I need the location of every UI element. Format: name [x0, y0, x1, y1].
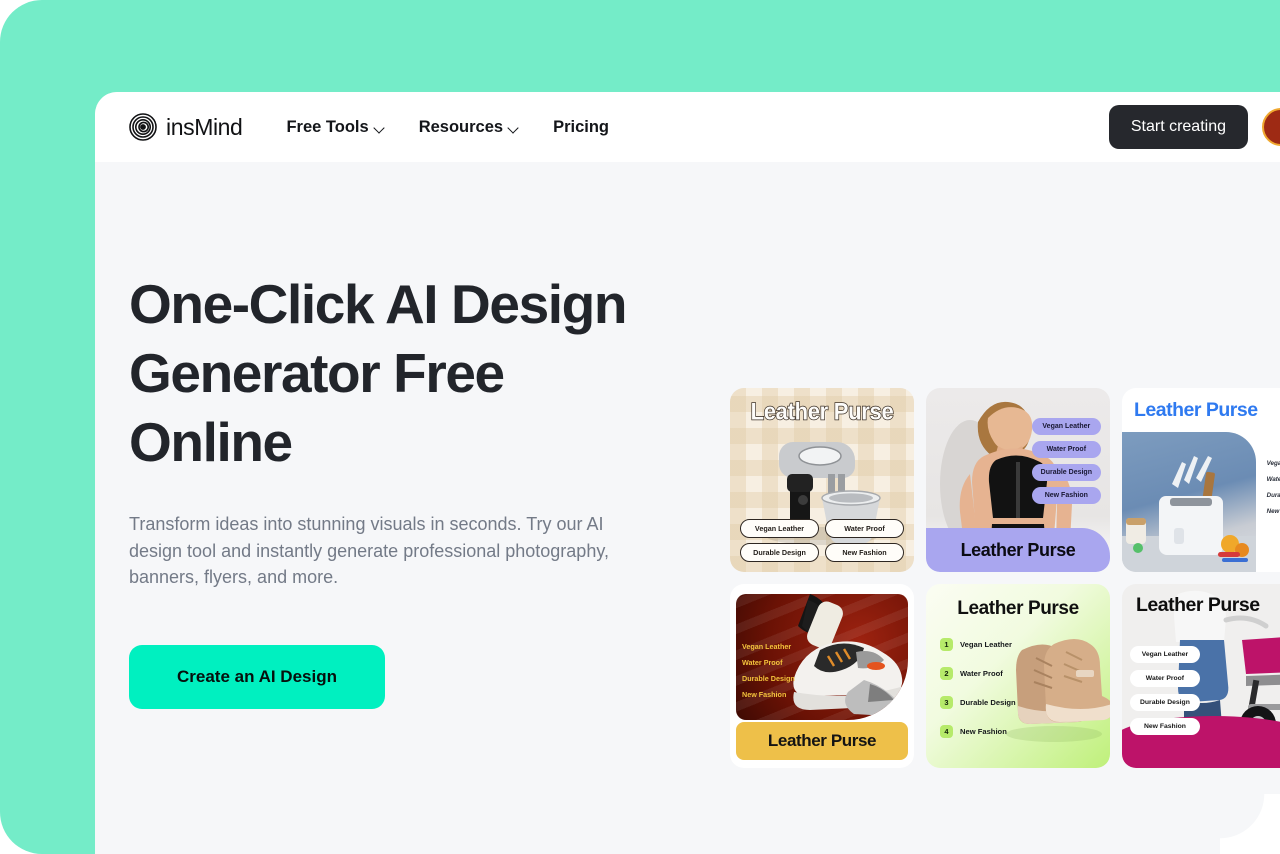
page-title: One-Click AI Design Generator Free Onlin… — [129, 270, 689, 477]
feature-pill: Water Proof — [1130, 670, 1200, 687]
site-panel: insMind Free Tools Resources Pricing Sta… — [95, 92, 1280, 854]
nav-item-pricing-label: Pricing — [553, 117, 610, 136]
top-navigation-bar: insMind Free Tools Resources Pricing Sta… — [95, 92, 1280, 162]
feature-pill: Durable Design — [1031, 464, 1101, 481]
nav-links: Free Tools Resources Pricing — [286, 118, 609, 137]
brand-name: insMind — [166, 113, 243, 140]
feature-item: New Fashion — [1266, 508, 1280, 515]
card-title: Leather Purse — [1136, 594, 1260, 616]
card-feature-list: Vegan Leather Water Proof Durable Design… — [1267, 460, 1280, 515]
feature-item: Water Proof — [960, 669, 1003, 678]
feature-pill: Vegan Leather — [740, 519, 819, 538]
hero-title-line-1: One-Click AI Design — [129, 273, 627, 335]
feature-item: Vegan Leather — [742, 642, 792, 651]
chevron-down-icon — [509, 123, 520, 134]
gallery-card-sneaker-red[interactable]: Vegan Leather Water Proof Durable Design… — [730, 584, 914, 768]
feature-item: Vegan Leather — [960, 640, 1012, 649]
feature-pill: Durable Design — [740, 543, 819, 562]
feature-pill: Durable Design — [1130, 694, 1200, 711]
feature-item: Durable Design — [742, 674, 795, 683]
feature-item: New Fashion — [960, 727, 1007, 736]
nav-item-free-tools-label: Free Tools — [286, 117, 369, 136]
nav-item-pricing[interactable]: Pricing — [553, 118, 609, 137]
feature-item: Durable Design — [960, 698, 1016, 707]
feature-number: 2 — [940, 667, 953, 680]
card-title: Leather Purse — [767, 731, 877, 750]
feature-item: Durable Design — [1266, 492, 1280, 499]
feature-pill: Water Proof — [1031, 441, 1101, 458]
gallery-card-knifeblock-blue[interactable]: Leather Purse Veg Wat Dur New — [1122, 388, 1280, 572]
feature-item: New Fashion — [742, 690, 787, 699]
feature-number: 4 — [940, 725, 953, 738]
knife-block-photo — [1122, 432, 1256, 572]
card-feature-list: Vegan Leather Water Proof Durable Design… — [742, 642, 795, 699]
gallery-card-model-purple[interactable]: Vegan Leather Water Proof Durable Design… — [926, 388, 1110, 572]
chevron-down-icon — [375, 123, 386, 134]
feature-row: 2 Water Proof — [940, 667, 1016, 680]
gallery-card-stroller-magenta[interactable]: Leather Purse Vegan Leather Water Proof … — [1122, 584, 1280, 768]
nav-right-actions: Start creating — [1108, 105, 1280, 149]
feature-number: 3 — [940, 696, 953, 709]
avatar[interactable] — [1262, 108, 1280, 146]
card-title: Leather Purse — [1134, 399, 1258, 421]
card-title-banner: Leather Purse — [926, 528, 1110, 572]
feature-pill: Vegan Leather — [1130, 646, 1200, 663]
feature-row: 3 Durable Design — [940, 696, 1016, 709]
feature-item: Water Proof — [1266, 476, 1280, 483]
card-feature-pills: Vegan Leather Water Proof Durable Design… — [740, 519, 904, 562]
gallery-card-mixer-plaid[interactable]: Leather Purse Vegan Leather Water Proof … — [730, 388, 914, 572]
start-creating-button[interactable]: Start creating — [1108, 105, 1248, 149]
feature-pill: Water Proof — [825, 519, 904, 538]
card-title-banner: Leather Purse — [736, 722, 908, 760]
card-feature-pills: Vegan Leather Water Proof Durable Design… — [1031, 418, 1101, 504]
feature-item: Vegan Leather — [1266, 460, 1280, 467]
hero-title-line-3: Online — [129, 411, 293, 473]
hero-section: One-Click AI Design Generator Free Onlin… — [95, 162, 1280, 768]
design-gallery-grid: Leather Purse Vegan Leather Water Proof … — [730, 388, 1280, 768]
feature-row: 4 New Fashion — [940, 725, 1016, 738]
card-feature-pills: Vegan Leather Water Proof Durable Design… — [1130, 646, 1200, 735]
feature-pill: New Fashion — [1130, 718, 1200, 735]
hero-title-line-2: Generator Free — [129, 342, 505, 404]
knife-block-illustration — [1122, 456, 1256, 572]
hero-subtitle: Transform ideas into stunning visuals in… — [129, 514, 609, 587]
feature-pill: New Fashion — [1031, 487, 1101, 504]
hero-text-column: One-Click AI Design Generator Free Onlin… — [129, 270, 689, 709]
feature-pill: Vegan Leather — [1031, 418, 1101, 435]
feature-row: 1 Vegan Leather — [940, 638, 1016, 651]
concentric-circles-icon — [129, 113, 157, 141]
panel-bottom-right-corner — [1220, 794, 1280, 854]
gallery-card-boots-green[interactable]: Leather Purse 1 Vegan Leather 2 Water Pr… — [926, 584, 1110, 768]
nav-item-resources[interactable]: Resources — [419, 118, 520, 137]
nav-item-resources-label: Resources — [418, 117, 504, 136]
feature-number: 1 — [940, 638, 953, 651]
card-feature-list: 1 Vegan Leather 2 Water Proof 3 Durable … — [940, 638, 1016, 738]
feature-item: Water Proof — [742, 658, 783, 667]
create-ai-design-button[interactable]: Create an AI Design — [129, 644, 385, 709]
brand-logo[interactable]: insMind — [129, 113, 243, 141]
feature-pill: New Fashion — [825, 543, 904, 562]
nav-item-free-tools[interactable]: Free Tools — [286, 118, 385, 137]
card-title: Leather Purse — [960, 539, 1076, 560]
